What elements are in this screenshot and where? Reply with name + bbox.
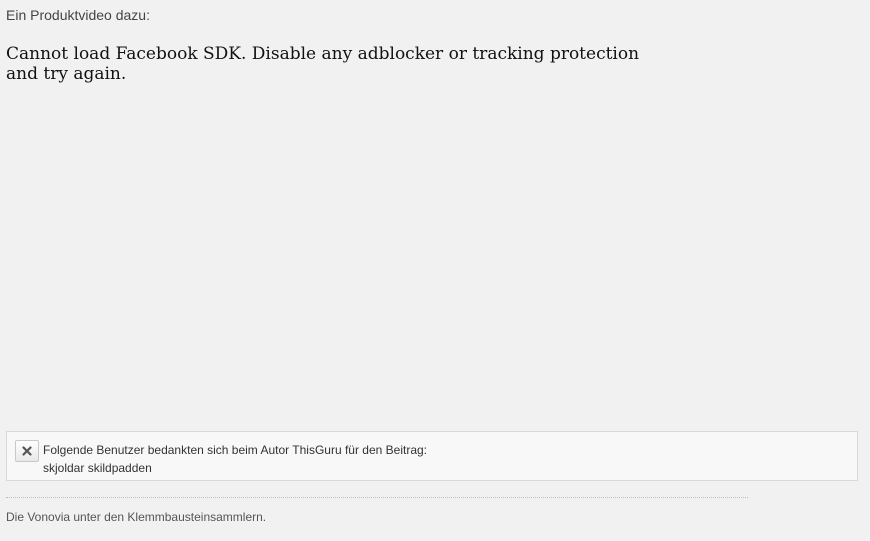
thanks-user-link[interactable]: skildpadden xyxy=(88,461,152,475)
signature-divider xyxy=(6,497,748,498)
facebook-embed-error: Cannot load Facebook SDK. Disable any ad… xyxy=(6,44,640,84)
thanks-user-list: skjoldar skildpadden xyxy=(43,459,427,477)
user-signature: Die Vonovia unter den Klemmbausteinsamml… xyxy=(6,510,267,524)
thanks-message: Folgende Benutzer bedankten sich beim Au… xyxy=(43,443,428,457)
thanks-text: Folgende Benutzer bedankten sich beim Au… xyxy=(43,441,427,477)
thanks-user-link[interactable]: skjoldar xyxy=(43,461,84,475)
post-page: Ein Produktvideo dazu: Cannot load Faceb… xyxy=(0,0,870,541)
post-intro-text: Ein Produktvideo dazu: xyxy=(6,7,150,23)
remove-thanks-button[interactable] xyxy=(15,440,39,462)
close-icon xyxy=(22,446,32,456)
thanks-box: Folgende Benutzer bedankten sich beim Au… xyxy=(6,431,858,481)
